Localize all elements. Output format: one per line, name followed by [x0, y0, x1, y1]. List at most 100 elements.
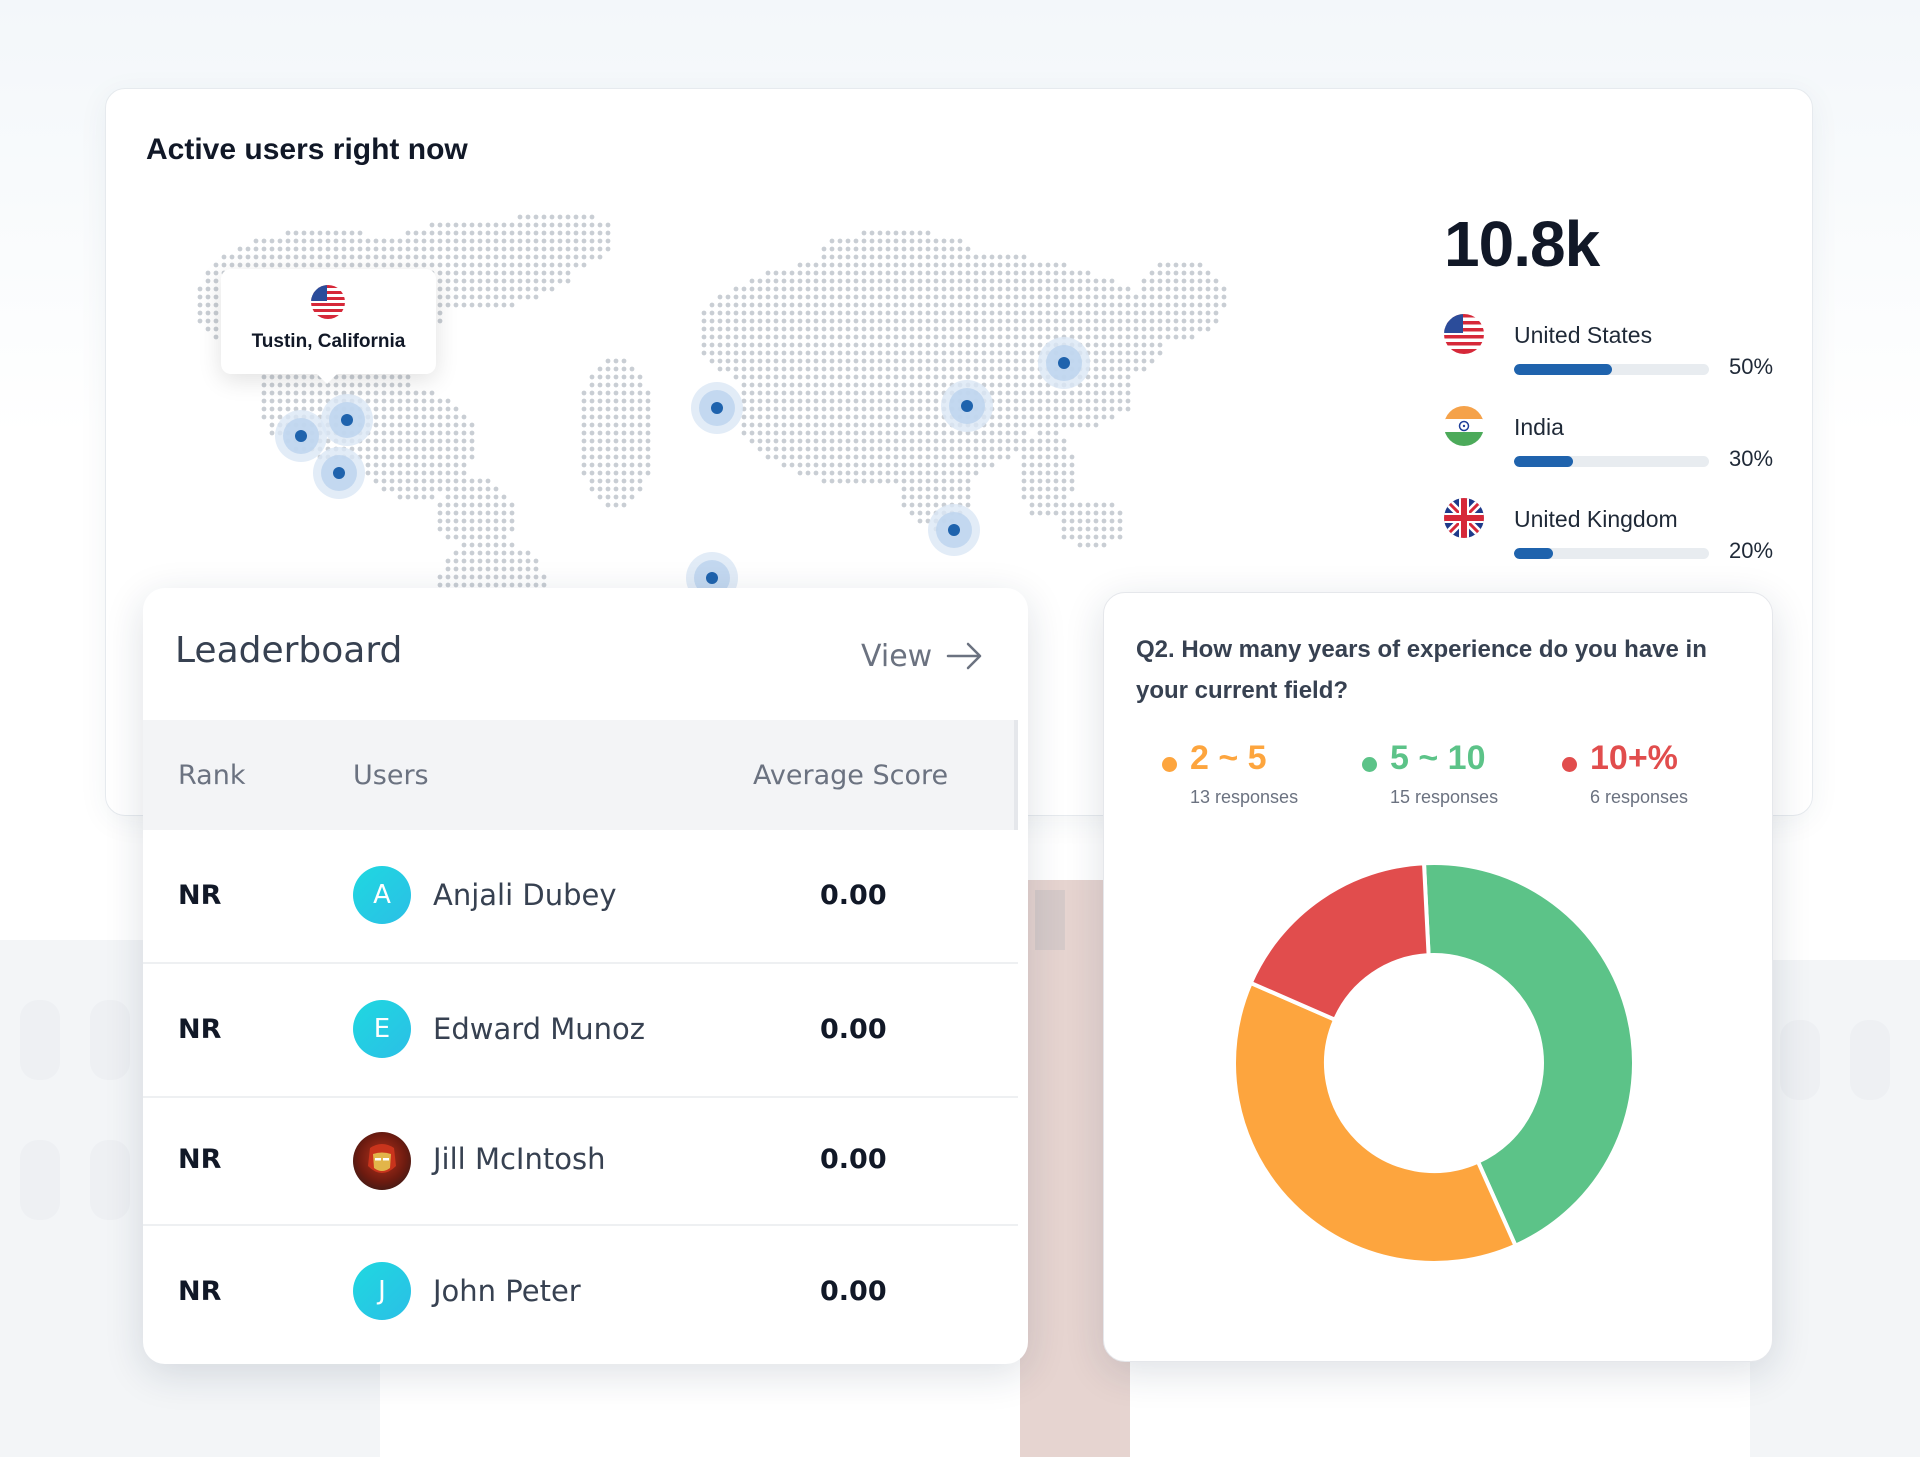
map-dot	[493, 270, 499, 276]
map-dot	[1213, 294, 1219, 300]
map-dot	[597, 238, 603, 244]
map-dot	[357, 254, 363, 260]
map-dot	[421, 478, 427, 484]
table-row[interactable]: NR J John Peter 0.00	[143, 1226, 1018, 1360]
map-dot	[365, 262, 371, 268]
column-header-users[interactable]: Users	[353, 760, 429, 791]
map-dot	[909, 406, 915, 412]
map-dot	[925, 390, 931, 396]
map-dot	[1093, 366, 1099, 372]
map-dot	[293, 246, 299, 252]
view-leaderboard-link[interactable]: View	[861, 636, 984, 676]
map-dot	[213, 294, 219, 300]
map-dot	[437, 502, 443, 508]
map-dot	[581, 222, 587, 228]
map-dot	[397, 414, 403, 420]
map-dot	[789, 286, 795, 292]
map-dot	[1149, 326, 1155, 332]
map-dot	[477, 574, 483, 580]
map-dot	[1125, 366, 1131, 372]
map-dot	[805, 470, 811, 476]
map-dot	[925, 382, 931, 388]
table-row[interactable]: NR Jill McIntosh 0.00	[143, 1098, 1018, 1226]
map-dot	[941, 366, 947, 372]
map-dot	[1021, 470, 1027, 476]
map-dot	[381, 238, 387, 244]
map-dot	[1005, 278, 1011, 284]
map-dot	[901, 478, 907, 484]
map-dot	[829, 270, 835, 276]
map-dot	[1045, 286, 1051, 292]
table-row[interactable]: NR A Anjali Dubey 0.00	[143, 830, 1018, 964]
map-dot	[565, 262, 571, 268]
map-dot	[845, 286, 851, 292]
donut-slice-10	[1248, 861, 1431, 1023]
map-dot	[837, 326, 843, 332]
map-dot	[869, 398, 875, 404]
map-dot	[885, 350, 891, 356]
map-dot	[1093, 398, 1099, 404]
map-dot	[749, 374, 755, 380]
map-dot	[877, 390, 883, 396]
map-dot	[509, 566, 515, 572]
map-dot	[533, 558, 539, 564]
map-dot	[1021, 462, 1027, 468]
map-dot	[1061, 462, 1067, 468]
map-dot	[837, 334, 843, 340]
map-dot	[621, 494, 627, 500]
map-dot	[1005, 382, 1011, 388]
map-dot	[381, 422, 387, 428]
map-dot	[1109, 342, 1115, 348]
map-dot	[437, 270, 443, 276]
map-dot	[917, 366, 923, 372]
map-dot	[909, 246, 915, 252]
map-dot	[877, 230, 883, 236]
map-dot	[1085, 342, 1091, 348]
table-row[interactable]: NR E Edward Munoz 0.00	[143, 964, 1018, 1098]
map-dot	[965, 366, 971, 372]
map-dot	[1149, 334, 1155, 340]
map-dot	[901, 374, 907, 380]
map-dot	[749, 430, 755, 436]
column-header-average-score[interactable]: Average Score	[753, 760, 948, 791]
map-dot	[525, 286, 531, 292]
map-dot	[773, 358, 779, 364]
map-dot	[1093, 414, 1099, 420]
map-dot	[589, 382, 595, 388]
map-dot	[789, 318, 795, 324]
map-dot	[749, 414, 755, 420]
map-dot	[1045, 318, 1051, 324]
map-dot	[885, 286, 891, 292]
map-dot	[773, 374, 779, 380]
map-dot	[965, 262, 971, 268]
map-dot	[1205, 310, 1211, 316]
map-dot	[453, 294, 459, 300]
map-dot	[901, 446, 907, 452]
map-dot	[405, 486, 411, 492]
map-dot	[781, 406, 787, 412]
map-dot	[821, 446, 827, 452]
map-dot	[989, 438, 995, 444]
map-dot	[237, 262, 243, 268]
map-dot	[365, 382, 371, 388]
map-dot	[1101, 342, 1107, 348]
map-dot	[285, 238, 291, 244]
map-dot	[709, 318, 715, 324]
map-dot	[1157, 270, 1163, 276]
map-dot	[445, 470, 451, 476]
map-dot	[1125, 350, 1131, 356]
map-dot	[757, 422, 763, 428]
map-dot	[901, 270, 907, 276]
map-dot	[901, 422, 907, 428]
map-dot	[981, 342, 987, 348]
map-dot	[909, 510, 915, 516]
map-dot	[949, 246, 955, 252]
map-dot	[645, 390, 651, 396]
map-dot	[469, 542, 475, 548]
map-dot	[1157, 318, 1163, 324]
map-dot	[1205, 302, 1211, 308]
column-header-rank[interactable]: Rank	[178, 760, 245, 791]
map-dot	[925, 294, 931, 300]
map-dot	[741, 422, 747, 428]
map-dot	[949, 350, 955, 356]
